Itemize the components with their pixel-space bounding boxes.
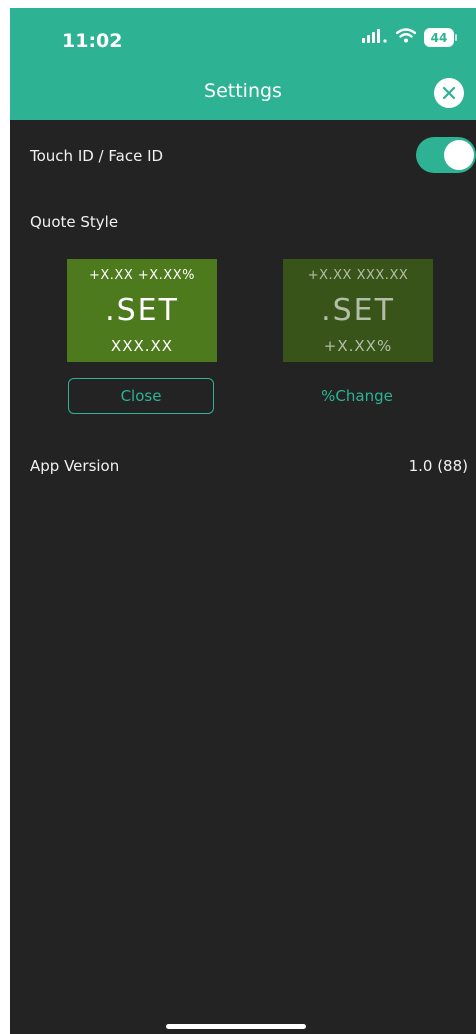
touch-id-label: Touch ID / Face ID [30,147,164,165]
cellular-signal-icon [362,28,388,47]
app-version-label: App Version [30,457,120,475]
preview-symbol: .SET [321,293,395,328]
touch-id-toggle[interactable] [416,137,476,173]
preview-bottom-line: XXX.XX [110,337,174,355]
settings-screen: 11:02 44 Settings Touch ID / Face ID Quo… [10,8,476,1034]
header-bar: 11:02 44 Settings [10,8,476,120]
preview-top-line: +X.XX XXX.XX [307,268,409,283]
battery-icon: 44 [424,28,457,47]
status-time: 11:02 [62,30,123,52]
home-indicator[interactable] [166,1024,306,1029]
quote-style-label: Quote Style [30,213,119,231]
wifi-icon [395,28,417,47]
status-icons: 44 [362,28,457,47]
page-title: Settings [204,80,282,102]
preview-top-line: +X.XX +X.XX% [89,268,195,283]
app-version-value: 1.0 (88) [408,457,468,475]
toggle-knob [444,140,474,170]
quote-style-preview-change[interactable]: +X.XX XXX.XX .SET +X.XX% [283,259,433,362]
preview-bottom-line: +X.XX% [323,337,393,355]
quote-style-close-button[interactable]: Close [68,378,214,414]
close-button[interactable] [434,78,464,108]
preview-symbol: .SET [105,293,179,328]
close-icon [442,86,456,100]
quote-style-preview-close[interactable]: +X.XX +X.XX% .SET XXX.XX [67,259,217,362]
quote-style-change-button[interactable]: %Change [284,378,430,414]
